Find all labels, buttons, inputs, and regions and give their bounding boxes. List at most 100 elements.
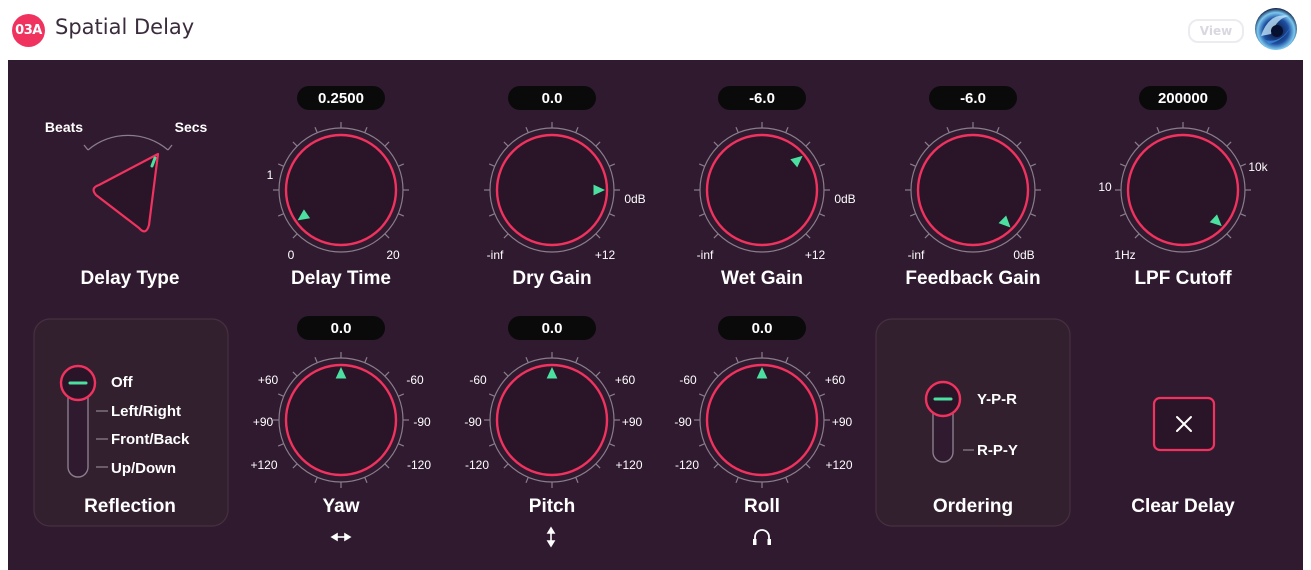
delay-time-knob-tick: [384, 141, 390, 147]
ordering-label: Ordering: [933, 496, 1013, 517]
reflection-option-up-down[interactable]: Up/Down: [111, 460, 176, 477]
pitch-knob-tick: [609, 393, 616, 397]
lpf-cutoff-knob-tick: [1134, 233, 1140, 239]
roll-tick-label: +60: [825, 373, 846, 387]
roll-label: Roll: [744, 496, 780, 517]
feedback-gain-knob-tick: [924, 233, 930, 239]
delay-time-knob[interactable]: 0.2500: [273, 86, 409, 253]
view-button[interactable]: View: [1188, 19, 1244, 43]
pitch-knob-tick: [488, 443, 495, 447]
yaw-knob[interactable]: 0.0: [273, 316, 409, 488]
lpf-cutoff-knob-body[interactable]: [1126, 133, 1240, 247]
ordering-option-ypr[interactable]: Y-P-R: [977, 391, 1017, 408]
dry-gain-knob-tick: [609, 213, 616, 217]
feedback-gain-knob-body[interactable]: [916, 133, 1030, 247]
delay-type-tick: [83, 144, 89, 151]
wet-gain-knob-tick: [735, 126, 739, 133]
pitch-tick-label: -90: [464, 415, 482, 429]
yaw-knob-tick: [314, 356, 318, 363]
reflection-option-left-right[interactable]: Left/Right: [111, 403, 181, 420]
roll-knob[interactable]: 0.0: [694, 316, 830, 488]
pitch-knob[interactable]: 0.0: [484, 316, 620, 488]
roll-knob-tick: [698, 393, 705, 397]
roll-tick-label: -90: [674, 415, 692, 429]
delay-type-option-beats[interactable]: Beats: [45, 119, 83, 135]
wet-gain-knob-tick: [819, 163, 826, 167]
delay-type-arc: [87, 134, 169, 151]
roll-tick-label: +90: [832, 415, 853, 429]
delay-type-control[interactable]: [83, 134, 173, 233]
yaw-tick-label: -90: [413, 415, 431, 429]
reflection-option-off[interactable]: Off: [111, 374, 134, 391]
yaw-knob-tick: [384, 371, 390, 377]
feedback-gain-value-text: -6.0: [960, 90, 986, 107]
lpf-cutoff-value-text: 200000: [1158, 90, 1208, 107]
dry-gain-knob-tick: [488, 163, 495, 167]
pitch-value-text: 0.0: [542, 320, 563, 337]
wet-gain-value-text: -6.0: [749, 90, 775, 107]
yaw-knob-tick: [314, 477, 318, 484]
app-badge: 03A: [12, 14, 45, 47]
lpf-cutoff-knob-tick: [1240, 213, 1247, 217]
feedback-gain-knob-tick: [909, 163, 916, 167]
feedback-gain-knob-tick: [924, 141, 930, 147]
lpf-cutoff-knob-tick: [1240, 163, 1247, 167]
yaw-tick-label: +120: [250, 458, 277, 472]
lpf-cutoff-tick-label: 1Hz: [1114, 248, 1135, 262]
delay-time-knob-tick: [292, 233, 298, 239]
delay-time-knob-tick: [314, 126, 318, 133]
roll-value-text: 0.0: [752, 320, 773, 337]
roll-knob-tick: [735, 356, 739, 363]
lpf-cutoff-knob-tick: [1134, 141, 1140, 147]
reflection-group: [33, 318, 229, 527]
ordering-option-rpy[interactable]: R-P-Y: [977, 442, 1018, 459]
roll-knob-tick: [785, 477, 789, 484]
roll-knob-body[interactable]: [705, 363, 819, 477]
left-right-arrow-icon: [330, 532, 352, 542]
yaw-knob-body[interactable]: [284, 363, 398, 477]
lpf-cutoff-knob-tick: [1226, 141, 1232, 147]
delay-time-label: Delay Time: [291, 268, 391, 289]
dry-gain-knob[interactable]: 0.0: [484, 86, 620, 253]
dry-gain-knob-body[interactable]: [495, 133, 609, 247]
swirl-logo-icon[interactable]: [1251, 4, 1301, 54]
yaw-knob-tick: [292, 463, 298, 469]
delay-time-knob-tick: [384, 233, 390, 239]
clear-delay-button[interactable]: [1152, 396, 1216, 452]
yaw-value-text: 0.0: [331, 320, 352, 337]
reflection-option-front-back[interactable]: Front/Back: [111, 431, 190, 448]
delay-time-knob-tick: [277, 163, 284, 167]
up-down-arrow-icon: [546, 526, 556, 548]
delay-type-switch[interactable]: [92, 152, 160, 233]
yaw-tick-label: -60: [406, 373, 424, 387]
roll-knob-tick: [698, 443, 705, 447]
wet-gain-knob-tick: [713, 233, 719, 239]
pitch-knob-body[interactable]: [495, 363, 609, 477]
wet-gain-knob-tick: [805, 233, 811, 239]
dry-gain-knob-tick: [595, 141, 601, 147]
roll-tick-label: -60: [679, 373, 697, 387]
yaw-knob-tick: [277, 393, 284, 397]
yaw-knob-tick: [364, 477, 368, 484]
dry-gain-knob-tick: [503, 233, 509, 239]
yaw-knob-tick: [292, 371, 298, 377]
lpf-cutoff-knob[interactable]: 200000: [1115, 86, 1251, 253]
lpf-cutoff-knob-tick: [1156, 126, 1160, 133]
reflection-label: Reflection: [84, 496, 176, 517]
dry-gain-tick-label: -inf: [487, 248, 504, 262]
wet-gain-knob-tick: [698, 163, 705, 167]
headphones-icon: [753, 529, 771, 545]
yaw-knob-tick: [398, 443, 405, 447]
dry-gain-knob-tick: [525, 126, 529, 133]
wet-gain-knob-tick: [785, 126, 789, 133]
roll-tick-label: -120: [675, 458, 699, 472]
delay-type-option-secs[interactable]: Secs: [175, 119, 208, 135]
wet-gain-knob-body[interactable]: [705, 133, 819, 247]
dry-gain-knob-tick: [595, 233, 601, 239]
wet-gain-knob[interactable]: -6.0: [694, 86, 830, 253]
delay-time-knob-tick: [277, 213, 284, 217]
feedback-gain-knob[interactable]: -6.0: [905, 86, 1041, 253]
roll-knob-tick: [785, 356, 789, 363]
roll-knob-tick: [713, 371, 719, 377]
delay-time-knob-body[interactable]: [284, 133, 398, 247]
